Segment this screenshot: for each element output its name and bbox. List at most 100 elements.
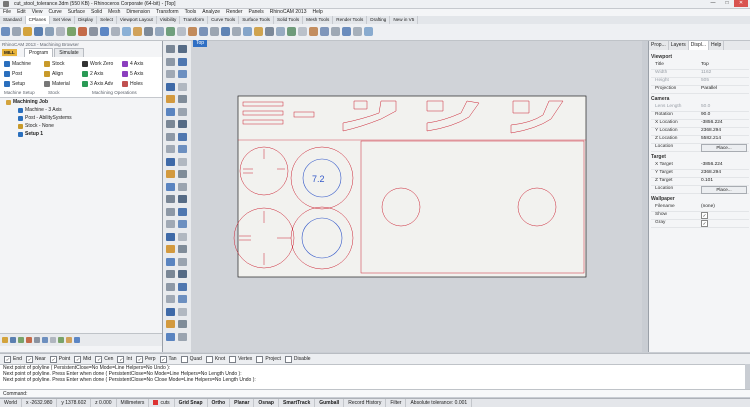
side-tool-icon[interactable] — [178, 70, 187, 78]
toolbar-tab-curve-tools[interactable]: Curve Tools — [208, 16, 240, 24]
toolbar-tool-icon[interactable] — [111, 27, 120, 36]
toolbar-tool-icon[interactable] — [133, 27, 142, 36]
side-tool-icon[interactable] — [166, 170, 175, 178]
toolbar-tab-viewport-layout[interactable]: Viewport Layout — [117, 16, 157, 24]
side-tool-icon[interactable] — [166, 107, 175, 116]
side-tool-icon[interactable] — [178, 282, 187, 291]
menu-file[interactable]: File — [0, 9, 14, 16]
ribbon-align-button[interactable]: Align — [44, 71, 63, 77]
ribbon-material-button[interactable]: Material — [44, 81, 70, 87]
side-tool-icon[interactable] — [178, 195, 187, 203]
menu-transform[interactable]: Transform — [153, 9, 182, 16]
toolbar-tool-icon[interactable] — [56, 27, 65, 36]
browser-tool-icon[interactable] — [74, 337, 80, 343]
menu-rhinocam-2013[interactable]: RhinoCAM 2013 — [267, 9, 310, 16]
tree-item-machine-3-axis[interactable]: Machine - 3 Axis — [18, 107, 62, 113]
toolbar-tool-icon[interactable] — [100, 27, 109, 36]
tree-item-machining-job[interactable]: Machining Job — [6, 99, 48, 105]
side-tool-icon[interactable] — [166, 95, 175, 103]
osnap-int-checkbox[interactable]: ✓ Int — [117, 355, 132, 363]
side-tool-icon[interactable] — [166, 245, 175, 253]
toolbar-tool-icon[interactable] — [232, 27, 241, 36]
side-tool-icon[interactable] — [166, 320, 175, 328]
toolbar-tool-icon[interactable] — [364, 27, 373, 36]
top-viewport[interactable]: 7.2 — [191, 41, 642, 352]
side-tool-icon[interactable] — [166, 270, 175, 278]
side-tool-icon[interactable] — [178, 245, 187, 253]
side-tool-icon[interactable] — [178, 120, 187, 128]
ribbon-stock-button[interactable]: Stock — [44, 61, 65, 67]
toolbar-tool-icon[interactable] — [23, 27, 32, 36]
side-tool-icon[interactable] — [166, 132, 175, 141]
toolbar-tool-icon[interactable] — [166, 27, 175, 36]
osnap-tan-checkbox[interactable]: ✓ Tan — [159, 355, 177, 363]
toolbar-tab-drafting[interactable]: Drafting — [367, 16, 391, 24]
browser-tool-icon[interactable] — [50, 337, 56, 343]
camera-place-button[interactable]: Place... — [701, 144, 747, 152]
side-tool-icon[interactable] — [178, 207, 187, 216]
browser-tool-icon[interactable] — [18, 337, 24, 343]
osnap-knot-checkbox[interactable]: Knot — [205, 355, 225, 363]
properties-tab-help[interactable]: Help — [709, 41, 725, 50]
menu-analyze[interactable]: Analyze — [199, 9, 223, 16]
property-value[interactable]: -3856.224 — [701, 120, 749, 127]
side-tool-icon[interactable] — [166, 220, 175, 228]
toolbar-tool-icon[interactable] — [298, 27, 307, 36]
property-value[interactable]: 2368.294 — [701, 170, 749, 177]
tree-item-stock-none[interactable]: Stock - None — [18, 123, 54, 129]
browser-tool-icon[interactable] — [26, 337, 32, 343]
osnap-near-checkbox[interactable]: ✓ Near — [25, 355, 46, 363]
toolbar-tab-surface-tools[interactable]: Surface Tools — [239, 16, 274, 24]
property-value[interactable]: 0.101 — [701, 178, 749, 185]
menu-edit[interactable]: Edit — [14, 9, 29, 16]
toolbar-tab-select[interactable]: Select — [97, 16, 117, 24]
osnap-perp-checkbox[interactable]: ✓ Perp — [135, 355, 156, 363]
side-tool-icon[interactable] — [178, 270, 187, 278]
browser-tool-icon[interactable] — [34, 337, 40, 343]
side-tool-icon[interactable] — [178, 182, 187, 191]
toolbar-tool-icon[interactable] — [144, 27, 153, 36]
osnap-vertex-checkbox[interactable]: Vertex — [229, 355, 252, 363]
property-value[interactable]: 2368.294 — [701, 128, 749, 135]
side-tool-icon[interactable] — [166, 157, 175, 166]
ribbon-post-button[interactable]: Post — [4, 71, 22, 77]
toolbar-tab-transform[interactable]: Transform — [180, 16, 209, 24]
toolbar-tool-icon[interactable] — [221, 27, 230, 36]
side-tool-icon[interactable] — [166, 207, 175, 216]
ribbon-5-axis-button[interactable]: 5 Axis — [122, 71, 143, 77]
ribbon-4-axis-button[interactable]: 4 Axis — [122, 61, 143, 67]
side-tool-icon[interactable] — [178, 170, 187, 178]
side-tool-icon[interactable] — [166, 282, 175, 291]
mill-mode-badge[interactable]: MILL — [2, 49, 17, 56]
properties-tab-prop[interactable]: Prop... — [649, 41, 669, 50]
menu-panels[interactable]: Panels — [246, 9, 267, 16]
drawing-canvas[interactable]: 7.2 — [191, 41, 642, 352]
toolbar-tool-icon[interactable] — [78, 27, 87, 36]
side-tool-icon[interactable] — [178, 145, 187, 153]
ribbon-machine-button[interactable]: Machine — [4, 61, 31, 67]
toolbar-tab-solid-tools[interactable]: Solid Tools — [274, 16, 304, 24]
osnap-quad-checkbox[interactable]: Quad — [180, 355, 202, 363]
toolbar-tab-mesh-tools[interactable]: Mesh Tools — [303, 16, 334, 24]
toolbar-tool-icon[interactable] — [45, 27, 54, 36]
side-tool-icon[interactable] — [178, 95, 187, 103]
osnap-point-checkbox[interactable]: ✓ Point — [49, 355, 70, 363]
property-value[interactable]: 5582.214 — [701, 136, 749, 143]
close-button[interactable]: ✕ — [734, 0, 748, 7]
toolbar-tool-icon[interactable] — [320, 27, 329, 36]
property-value[interactable]: (none) — [701, 204, 749, 211]
menu-dimension[interactable]: Dimension — [123, 9, 153, 16]
wallpaper-gray-checkbox[interactable]: ✓ — [701, 220, 708, 227]
toolbar-tool-icon[interactable] — [276, 27, 285, 36]
menu-surface[interactable]: Surface — [65, 9, 88, 16]
target-place-button[interactable]: Place... — [701, 186, 747, 194]
toolbar-tool-icon[interactable] — [254, 27, 263, 36]
browser-tab-simulate[interactable]: Simulate — [54, 48, 84, 57]
osnap-mid-checkbox[interactable]: ✓ Mid — [74, 355, 91, 363]
browser-tool-icon[interactable] — [10, 337, 16, 343]
toolbar-tool-icon[interactable] — [67, 27, 76, 36]
osnap-end-checkbox[interactable]: ✓ End — [4, 355, 22, 363]
browser-tab-program[interactable]: Program — [24, 48, 54, 57]
toolbar-tab-display[interactable]: Display — [75, 16, 98, 24]
menu-curve[interactable]: Curve — [45, 9, 64, 16]
